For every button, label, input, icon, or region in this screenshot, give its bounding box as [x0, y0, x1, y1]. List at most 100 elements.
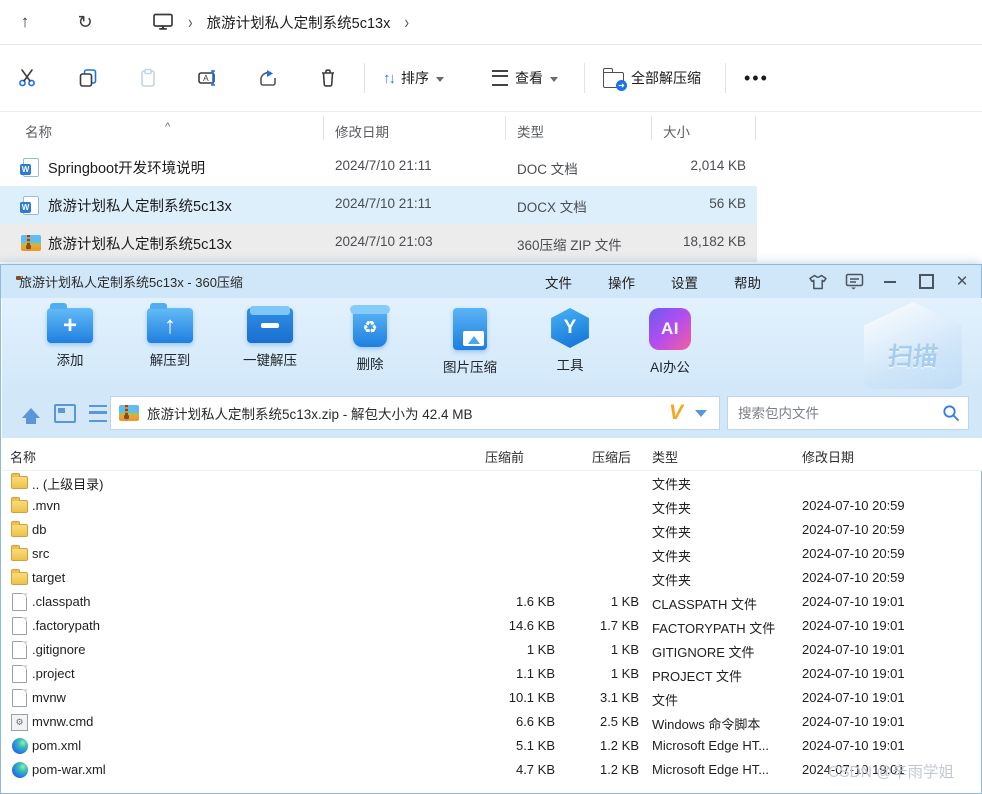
- extract-toolbar-button[interactable]: ↑解压到: [124, 308, 216, 369]
- file-type: 文件夹: [652, 546, 691, 565]
- table-row[interactable]: src 文件夹 2024-07-10 20:59: [2, 542, 982, 566]
- rename-icon: A: [197, 68, 219, 88]
- extract-all-button[interactable]: ➜ 全部解压缩: [593, 58, 711, 98]
- column-after[interactable]: 压缩后: [592, 447, 631, 466]
- maximize-button[interactable]: [915, 271, 937, 293]
- table-row[interactable]: .gitignore 1 KB 1 KB GITIGNORE 文件 2024-0…: [2, 638, 982, 662]
- preview-pane-button[interactable]: [52, 401, 78, 425]
- file-type: CLASSPATH 文件: [652, 594, 757, 613]
- file-type: 文件夹: [652, 474, 691, 493]
- cut-button[interactable]: [6, 58, 50, 98]
- table-row[interactable]: db 文件夹 2024-07-10 20:59: [2, 518, 982, 542]
- list-icon: [89, 405, 107, 422]
- go-up-button[interactable]: [18, 401, 44, 425]
- share-button[interactable]: [246, 58, 290, 98]
- table-row[interactable]: mvnw 10.1 KB 3.1 KB 文件 2024-07-10 19:01: [2, 686, 982, 710]
- menu-item[interactable]: 操作: [604, 269, 639, 295]
- table-row[interactable]: pom.xml 5.1 KB 1.2 KB Microsoft Edge HT.…: [2, 734, 982, 758]
- column-size[interactable]: 大小: [663, 121, 690, 141]
- zip-app-window: 旅游计划私人定制系统5c13x - 360压缩 文件操作设置帮助 ✕ 扫描 +添…: [0, 264, 982, 794]
- feedback-button[interactable]: [843, 271, 865, 293]
- size-before: 1.6 KB: [435, 594, 555, 609]
- view-lines-icon: [492, 70, 508, 86]
- copy-button[interactable]: [66, 58, 110, 98]
- file-name: .project: [32, 666, 75, 681]
- oneclick-icon: [247, 308, 293, 343]
- table-row[interactable]: .factorypath 14.6 KB 1.7 KB FACTORYPATH …: [2, 614, 982, 638]
- table-row[interactable]: .project 1.1 KB 1 KB PROJECT 文件 2024-07-…: [2, 662, 982, 686]
- toolbar-button-label: AI办公: [624, 356, 716, 376]
- menu-item[interactable]: 帮助: [730, 269, 765, 295]
- minimize-button[interactable]: [879, 271, 901, 293]
- column-divider[interactable]: [505, 116, 506, 140]
- zip-file-icon: [20, 233, 42, 253]
- edge-icon: [10, 737, 29, 755]
- column-date[interactable]: 修改日期: [802, 447, 854, 466]
- delete-button[interactable]: [306, 58, 350, 98]
- column-divider[interactable]: [323, 116, 324, 140]
- list-view-button[interactable]: [85, 401, 111, 425]
- archive-path-bar[interactable]: 旅游计划私人定制系统5c13x.zip - 解包大小为 42.4 MB V: [110, 396, 720, 430]
- menu-item[interactable]: 文件: [541, 269, 576, 295]
- file-date: 2024/7/10 21:03: [335, 234, 433, 249]
- table-row[interactable]: .classpath 1.6 KB 1 KB CLASSPATH 文件 2024…: [2, 590, 982, 614]
- size-before: 1.1 KB: [435, 666, 555, 681]
- chevron-down-icon[interactable]: [695, 410, 707, 417]
- oneclick-toolbar-button[interactable]: 一键解压: [224, 308, 316, 369]
- table-row[interactable]: ⚙ mvnw.cmd 6.6 KB 2.5 KB Windows 命令脚本 20…: [2, 710, 982, 734]
- size-after: 2.5 KB: [539, 714, 639, 729]
- divider: [584, 63, 585, 93]
- paste-button[interactable]: [126, 58, 170, 98]
- up-arrow-button[interactable]: ↑: [8, 7, 42, 37]
- file-name: pom-war.xml: [32, 762, 106, 777]
- menu-item[interactable]: 设置: [667, 269, 702, 295]
- add-toolbar-button[interactable]: +添加: [24, 308, 116, 369]
- chevron-right-icon: ›: [188, 12, 193, 33]
- file-name: .factorypath: [32, 618, 100, 633]
- trash-icon: ♻: [353, 308, 387, 347]
- column-name[interactable]: 名称: [25, 121, 52, 141]
- folder-icon: [10, 497, 29, 515]
- file-type: Microsoft Edge HT...: [652, 762, 769, 777]
- image-toolbar-button[interactable]: 图片压缩: [424, 308, 516, 376]
- toolbar-button-label: 工具: [524, 354, 616, 374]
- trash-toolbar-button[interactable]: ♻删除: [324, 308, 416, 373]
- search-icon[interactable]: [942, 404, 960, 422]
- extract-folder-icon: ➜: [603, 72, 624, 88]
- close-button[interactable]: ✕: [951, 271, 973, 293]
- column-divider[interactable]: [755, 116, 756, 140]
- size-after: 1 KB: [539, 666, 639, 681]
- file-type: 文件: [652, 690, 678, 709]
- table-row[interactable]: 旅游计划私人定制系统5c13x 2024/7/10 21:11 DOCX 文档 …: [0, 186, 757, 224]
- ai-toolbar-button[interactable]: AI AI办公: [624, 308, 716, 376]
- table-row[interactable]: .. (上级目录) 文件夹: [2, 470, 982, 494]
- table-row[interactable]: Springboot开发环境说明 2024/7/10 21:11 DOC 文档 …: [0, 148, 757, 186]
- file-name: mvnw: [32, 690, 66, 705]
- explorer-navbar: ↑ ↻ › 旅游计划私人定制系统5c13x ›: [0, 0, 982, 45]
- rename-button[interactable]: A: [186, 58, 230, 98]
- refresh-button[interactable]: ↻: [68, 7, 102, 37]
- search-input[interactable]: [736, 405, 942, 422]
- file-icon: [10, 641, 29, 659]
- column-type[interactable]: 类型: [517, 121, 544, 141]
- view-button[interactable]: 查看: [482, 58, 568, 98]
- tools-toolbar-button[interactable]: Y工具: [524, 308, 616, 374]
- skin-theme-button[interactable]: [807, 271, 829, 293]
- file-name: mvnw.cmd: [32, 714, 93, 729]
- this-pc-icon[interactable]: [152, 13, 174, 31]
- table-row[interactable]: 旅游计划私人定制系统5c13x 2024/7/10 21:03 360压缩 ZI…: [0, 224, 757, 262]
- table-row[interactable]: target 文件夹 2024-07-10 20:59: [2, 566, 982, 590]
- more-options-button[interactable]: •••: [734, 58, 779, 98]
- file-name: .. (上级目录): [32, 474, 104, 493]
- file-icon: [10, 617, 29, 635]
- column-before[interactable]: 压缩前: [485, 447, 524, 466]
- breadcrumb-folder[interactable]: 旅游计划私人定制系统5c13x: [207, 12, 391, 33]
- size-after: 1.2 KB: [539, 738, 639, 753]
- ai-icon: AI: [649, 308, 691, 350]
- column-divider[interactable]: [651, 116, 652, 140]
- column-type[interactable]: 类型: [652, 447, 678, 466]
- table-row[interactable]: .mvn 文件夹 2024-07-10 20:59: [2, 494, 982, 518]
- sort-button[interactable]: ↑↓ 排序: [373, 58, 454, 98]
- column-name[interactable]: 名称: [10, 447, 36, 466]
- column-date[interactable]: 修改日期: [335, 121, 389, 141]
